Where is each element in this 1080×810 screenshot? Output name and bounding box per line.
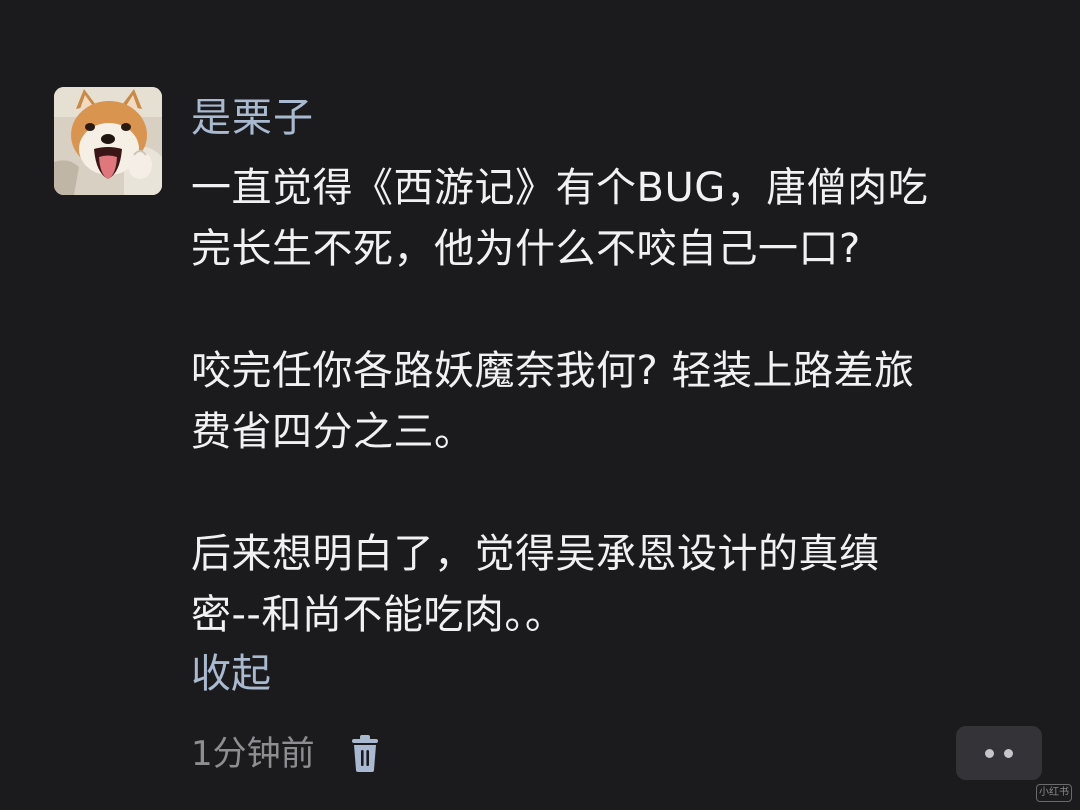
comment-paragraph: 咬完任你各路妖魔奈我何? 轻装上路差旅 费省四分之三。 bbox=[191, 348, 915, 455]
comment-timestamp: 1分钟前 bbox=[191, 734, 315, 774]
watermark-text: 小红书 bbox=[1039, 787, 1069, 798]
avatar[interactable] bbox=[54, 87, 162, 195]
more-options-button[interactable] bbox=[956, 726, 1042, 780]
comment-body: 一直觉得《西游记》有个BUG，唐僧肉吃 完长生不死，他为什么不咬自己一口? 咬完… bbox=[191, 158, 1061, 646]
collapse-button[interactable]: 收起 bbox=[191, 646, 271, 702]
more-dots-icon bbox=[1004, 748, 1013, 758]
comment-author-name[interactable]: 是栗子 bbox=[191, 92, 314, 144]
more-dots-icon bbox=[985, 748, 994, 758]
comment-meta-row: 1分钟前 bbox=[191, 728, 381, 780]
comment-paragraph: 后来想明白了，觉得吴承恩设计的真缜 密--和尚不能吃肉。。 bbox=[191, 531, 880, 638]
trash-icon[interactable] bbox=[349, 735, 381, 773]
comment-paragraph: 一直觉得《西游记》有个BUG，唐僧肉吃 完长生不死，他为什么不咬自己一口? bbox=[191, 165, 929, 272]
shiba-dog-avatar-image bbox=[54, 87, 162, 195]
watermark-logo: 小红书 bbox=[1036, 784, 1072, 802]
